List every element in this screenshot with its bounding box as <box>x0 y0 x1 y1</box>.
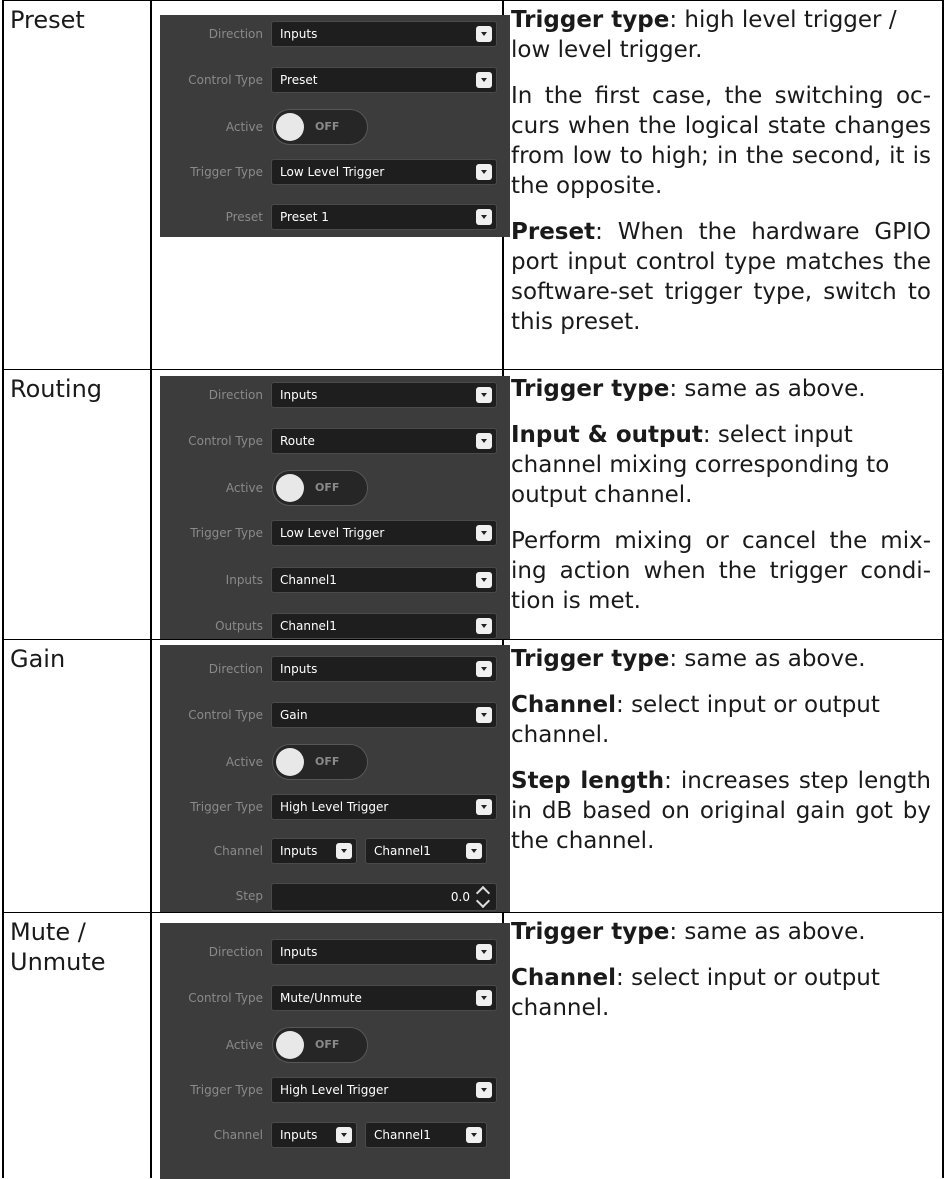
chevron-down-icon <box>476 26 492 42</box>
toggle-knob <box>276 474 304 502</box>
chevron-down-icon <box>466 1127 482 1143</box>
step-label: Step <box>235 889 263 903</box>
chevron-down-icon <box>476 944 492 960</box>
chevron-down-icon <box>476 209 492 225</box>
control-type-label: Control Type <box>188 708 263 722</box>
chevron-down-icon <box>476 387 492 403</box>
control-type-label: Control Type <box>188 434 263 448</box>
row-label: Preset <box>10 6 85 34</box>
row-label: Mute / Unmute <box>10 918 106 976</box>
channel-direction-select[interactable]: Inputs <box>271 838 357 864</box>
trigger-type-label: Trigger Type <box>190 526 263 540</box>
control-type-select[interactable]: Mute/Unmute <box>271 985 497 1011</box>
chevron-down-icon <box>476 990 492 1006</box>
chevron-down-icon <box>476 707 492 723</box>
preset-select[interactable]: Preset 1 <box>271 204 497 230</box>
outputs-select[interactable]: Channel1 <box>271 613 497 639</box>
table-row-routing: Routing Direction Inputs Control Type Ro… <box>2 369 944 640</box>
channel-select[interactable]: Channel1 <box>365 1122 487 1148</box>
chevron-down-icon <box>476 661 492 677</box>
row-label: Gain <box>10 645 66 673</box>
active-toggle[interactable]: OFF <box>272 1027 368 1063</box>
trigger-type-label: Trigger Type <box>190 165 263 179</box>
toggle-knob <box>276 1031 304 1059</box>
active-toggle[interactable]: OFF <box>272 744 368 780</box>
control-type-select[interactable]: Gain <box>271 702 497 728</box>
chevron-down-icon <box>476 525 492 541</box>
direction-label: Direction <box>208 27 263 41</box>
control-type-label: Control Type <box>188 73 263 87</box>
direction-select[interactable]: Inputs <box>271 939 497 965</box>
trigger-type-label: Trigger Type <box>190 1083 263 1097</box>
chevron-down-icon <box>476 72 492 88</box>
inputs-label: Inputs <box>225 573 263 587</box>
settings-panel-mute-unmute: Direction Inputs Control Type Mute/Unmut… <box>160 923 510 1179</box>
chevron-down-icon <box>466 843 482 859</box>
row-label: Routing <box>10 375 103 403</box>
control-type-select[interactable]: Route <box>271 428 497 454</box>
table-row-mute-unmute: Mute / Unmute Direction Inputs Control T… <box>2 912 944 1179</box>
direction-label: Direction <box>208 662 263 676</box>
table-row-preset: Preset Direction Inputs Control Type Pre… <box>2 0 944 369</box>
trigger-type-select[interactable]: High Level Trigger <box>271 794 497 820</box>
direction-select[interactable]: Inputs <box>271 382 497 408</box>
chevron-down-icon <box>476 433 492 449</box>
chevron-down-icon <box>336 843 352 859</box>
settings-panel-preset: Direction Inputs Control Type Preset Act… <box>160 15 510 237</box>
outputs-label: Outputs <box>215 619 263 633</box>
direction-select[interactable]: Inputs <box>271 21 497 47</box>
preset-label: Preset <box>225 210 263 224</box>
control-type-label: Control Type <box>188 991 263 1005</box>
active-toggle[interactable]: OFF <box>272 470 368 506</box>
channel-select[interactable]: Channel1 <box>365 838 487 864</box>
settings-panel-routing: Direction Inputs Control Type Route Acti… <box>160 376 510 640</box>
toggle-knob <box>276 748 304 776</box>
active-label: Active <box>225 1038 263 1052</box>
direction-label: Direction <box>208 945 263 959</box>
step-input[interactable]: 0.0 <box>271 883 497 911</box>
chevron-down-icon <box>336 1127 352 1143</box>
chevron-down-icon <box>476 1082 492 1098</box>
active-label: Active <box>225 755 263 769</box>
row-description: Trigger type: same as above. Channel: se… <box>511 646 931 854</box>
trigger-type-select[interactable]: Low Level Trigger <box>271 520 497 546</box>
row-description: Trigger type: same as above. Input & out… <box>511 376 931 614</box>
active-label: Active <box>225 120 263 134</box>
chevron-down-icon <box>476 799 492 815</box>
active-toggle[interactable]: OFF <box>272 109 368 145</box>
trigger-type-label: Trigger Type <box>190 800 263 814</box>
row-description: Trigger type: high level trigger / low l… <box>511 7 931 335</box>
control-type-select[interactable]: Preset <box>271 67 497 93</box>
table-row-gain: Gain Direction Inputs Control Type Gain … <box>2 639 944 913</box>
active-label: Active <box>225 481 263 495</box>
spinner-icon[interactable] <box>475 885 491 909</box>
row-description: Trigger type: same as above. Channel: se… <box>511 919 880 1021</box>
channel-label: Channel <box>213 844 263 858</box>
chevron-down-icon <box>476 164 492 180</box>
trigger-type-select[interactable]: High Level Trigger <box>271 1077 497 1103</box>
settings-panel-gain: Direction Inputs Control Type Gain Activ… <box>160 645 510 913</box>
chevron-down-icon <box>476 618 492 634</box>
channel-label: Channel <box>213 1128 263 1142</box>
chevron-down-icon <box>476 572 492 588</box>
toggle-knob <box>276 113 304 141</box>
direction-label: Direction <box>208 388 263 402</box>
trigger-type-select[interactable]: Low Level Trigger <box>271 159 497 185</box>
inputs-select[interactable]: Channel1 <box>271 567 497 593</box>
channel-direction-select[interactable]: Inputs <box>271 1122 357 1148</box>
direction-select[interactable]: Inputs <box>271 656 497 682</box>
